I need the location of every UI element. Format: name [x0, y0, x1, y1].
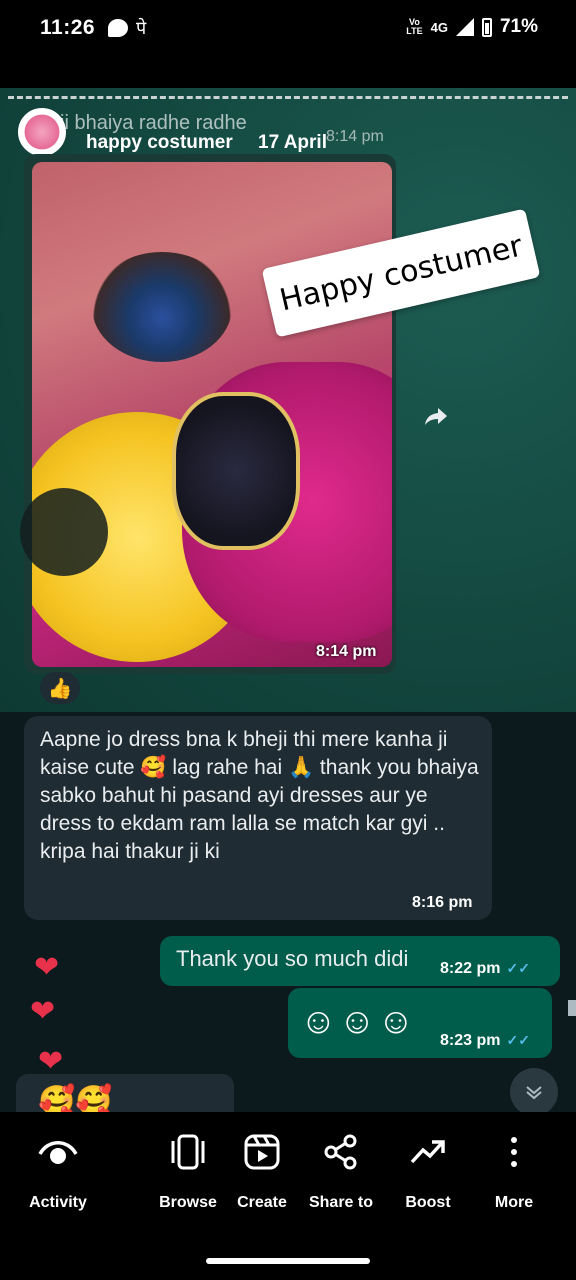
browse-button[interactable]: Browse — [158, 1130, 218, 1212]
message-photo[interactable] — [32, 162, 392, 667]
thumbs-up-reaction: 👍 — [40, 672, 80, 704]
status-bar: 11:26 पे Vo LTE 4G 71% — [0, 0, 576, 56]
outgoing-message-time: 8:23 pm ✓✓ — [440, 1032, 530, 1049]
network-type: 4G — [430, 19, 448, 35]
volte-icon: Vo LTE — [406, 17, 423, 36]
more-vertical-icon — [492, 1130, 536, 1174]
heart-icon: ❤ — [30, 995, 56, 1028]
story-content[interactable]: ji bhaiya radhe radhe 8:14 pm happy cost… — [0, 88, 576, 1112]
battery-level: 71% — [499, 16, 538, 37]
trend-up-icon — [406, 1130, 450, 1174]
read-receipt-icon: ✓✓ — [506, 1032, 530, 1048]
incoming-message-text: Aapne jo dress bna k bheji thi mere kanh… — [40, 728, 479, 863]
message-icon — [108, 19, 128, 37]
system-indicators: Vo LTE 4G 71% — [406, 16, 538, 38]
header-name: happy costumer — [86, 132, 233, 153]
signal-icon — [455, 18, 474, 36]
header-date: 17 April — [258, 132, 327, 153]
photo-timestamp: 8:14 pm — [316, 643, 377, 660]
create-button[interactable]: Create — [236, 1130, 288, 1212]
heart-icon: ❤ — [34, 951, 60, 984]
share-icon — [319, 1130, 363, 1174]
more-button[interactable]: More — [488, 1130, 540, 1212]
outgoing-message-text: Thank you so much didi — [176, 946, 409, 971]
notification-icons: पे — [108, 16, 146, 40]
eye-icon — [36, 1130, 80, 1174]
activity-button[interactable]: Activity — [26, 1130, 90, 1212]
share-to-button[interactable]: Share to — [306, 1130, 376, 1212]
paytm-icon: पे — [136, 18, 147, 38]
divider — [8, 96, 568, 99]
chevron-down-icon — [526, 1086, 542, 1100]
outgoing-emoji-message: ☺☺☺ — [300, 1000, 417, 1041]
outgoing-message-time: 8:22 pm ✓✓ — [440, 960, 530, 977]
faded-message-time: 8:14 pm — [326, 128, 384, 145]
reel-icon — [240, 1130, 284, 1174]
partial-emoji-message: 🥰🥰 — [38, 1085, 113, 1112]
home-indicator[interactable] — [206, 1258, 370, 1264]
battery-icon — [481, 17, 492, 37]
incoming-message-time: 8:16 pm — [412, 894, 473, 911]
bottom-action-bar: Activity Browse Create Share to Boost Mo… — [0, 1112, 576, 1280]
status-time: 11:26 — [40, 16, 96, 39]
story-header — [18, 108, 66, 156]
edge-indicator — [568, 1000, 576, 1016]
avatar[interactable] — [18, 108, 66, 156]
boost-button[interactable]: Boost — [400, 1130, 456, 1212]
overlay-circle — [20, 488, 108, 576]
read-receipt-icon: ✓✓ — [506, 960, 530, 976]
scroll-down-button[interactable] — [510, 1068, 558, 1112]
forward-icon[interactable] — [424, 406, 448, 426]
carousel-icon — [166, 1130, 210, 1174]
